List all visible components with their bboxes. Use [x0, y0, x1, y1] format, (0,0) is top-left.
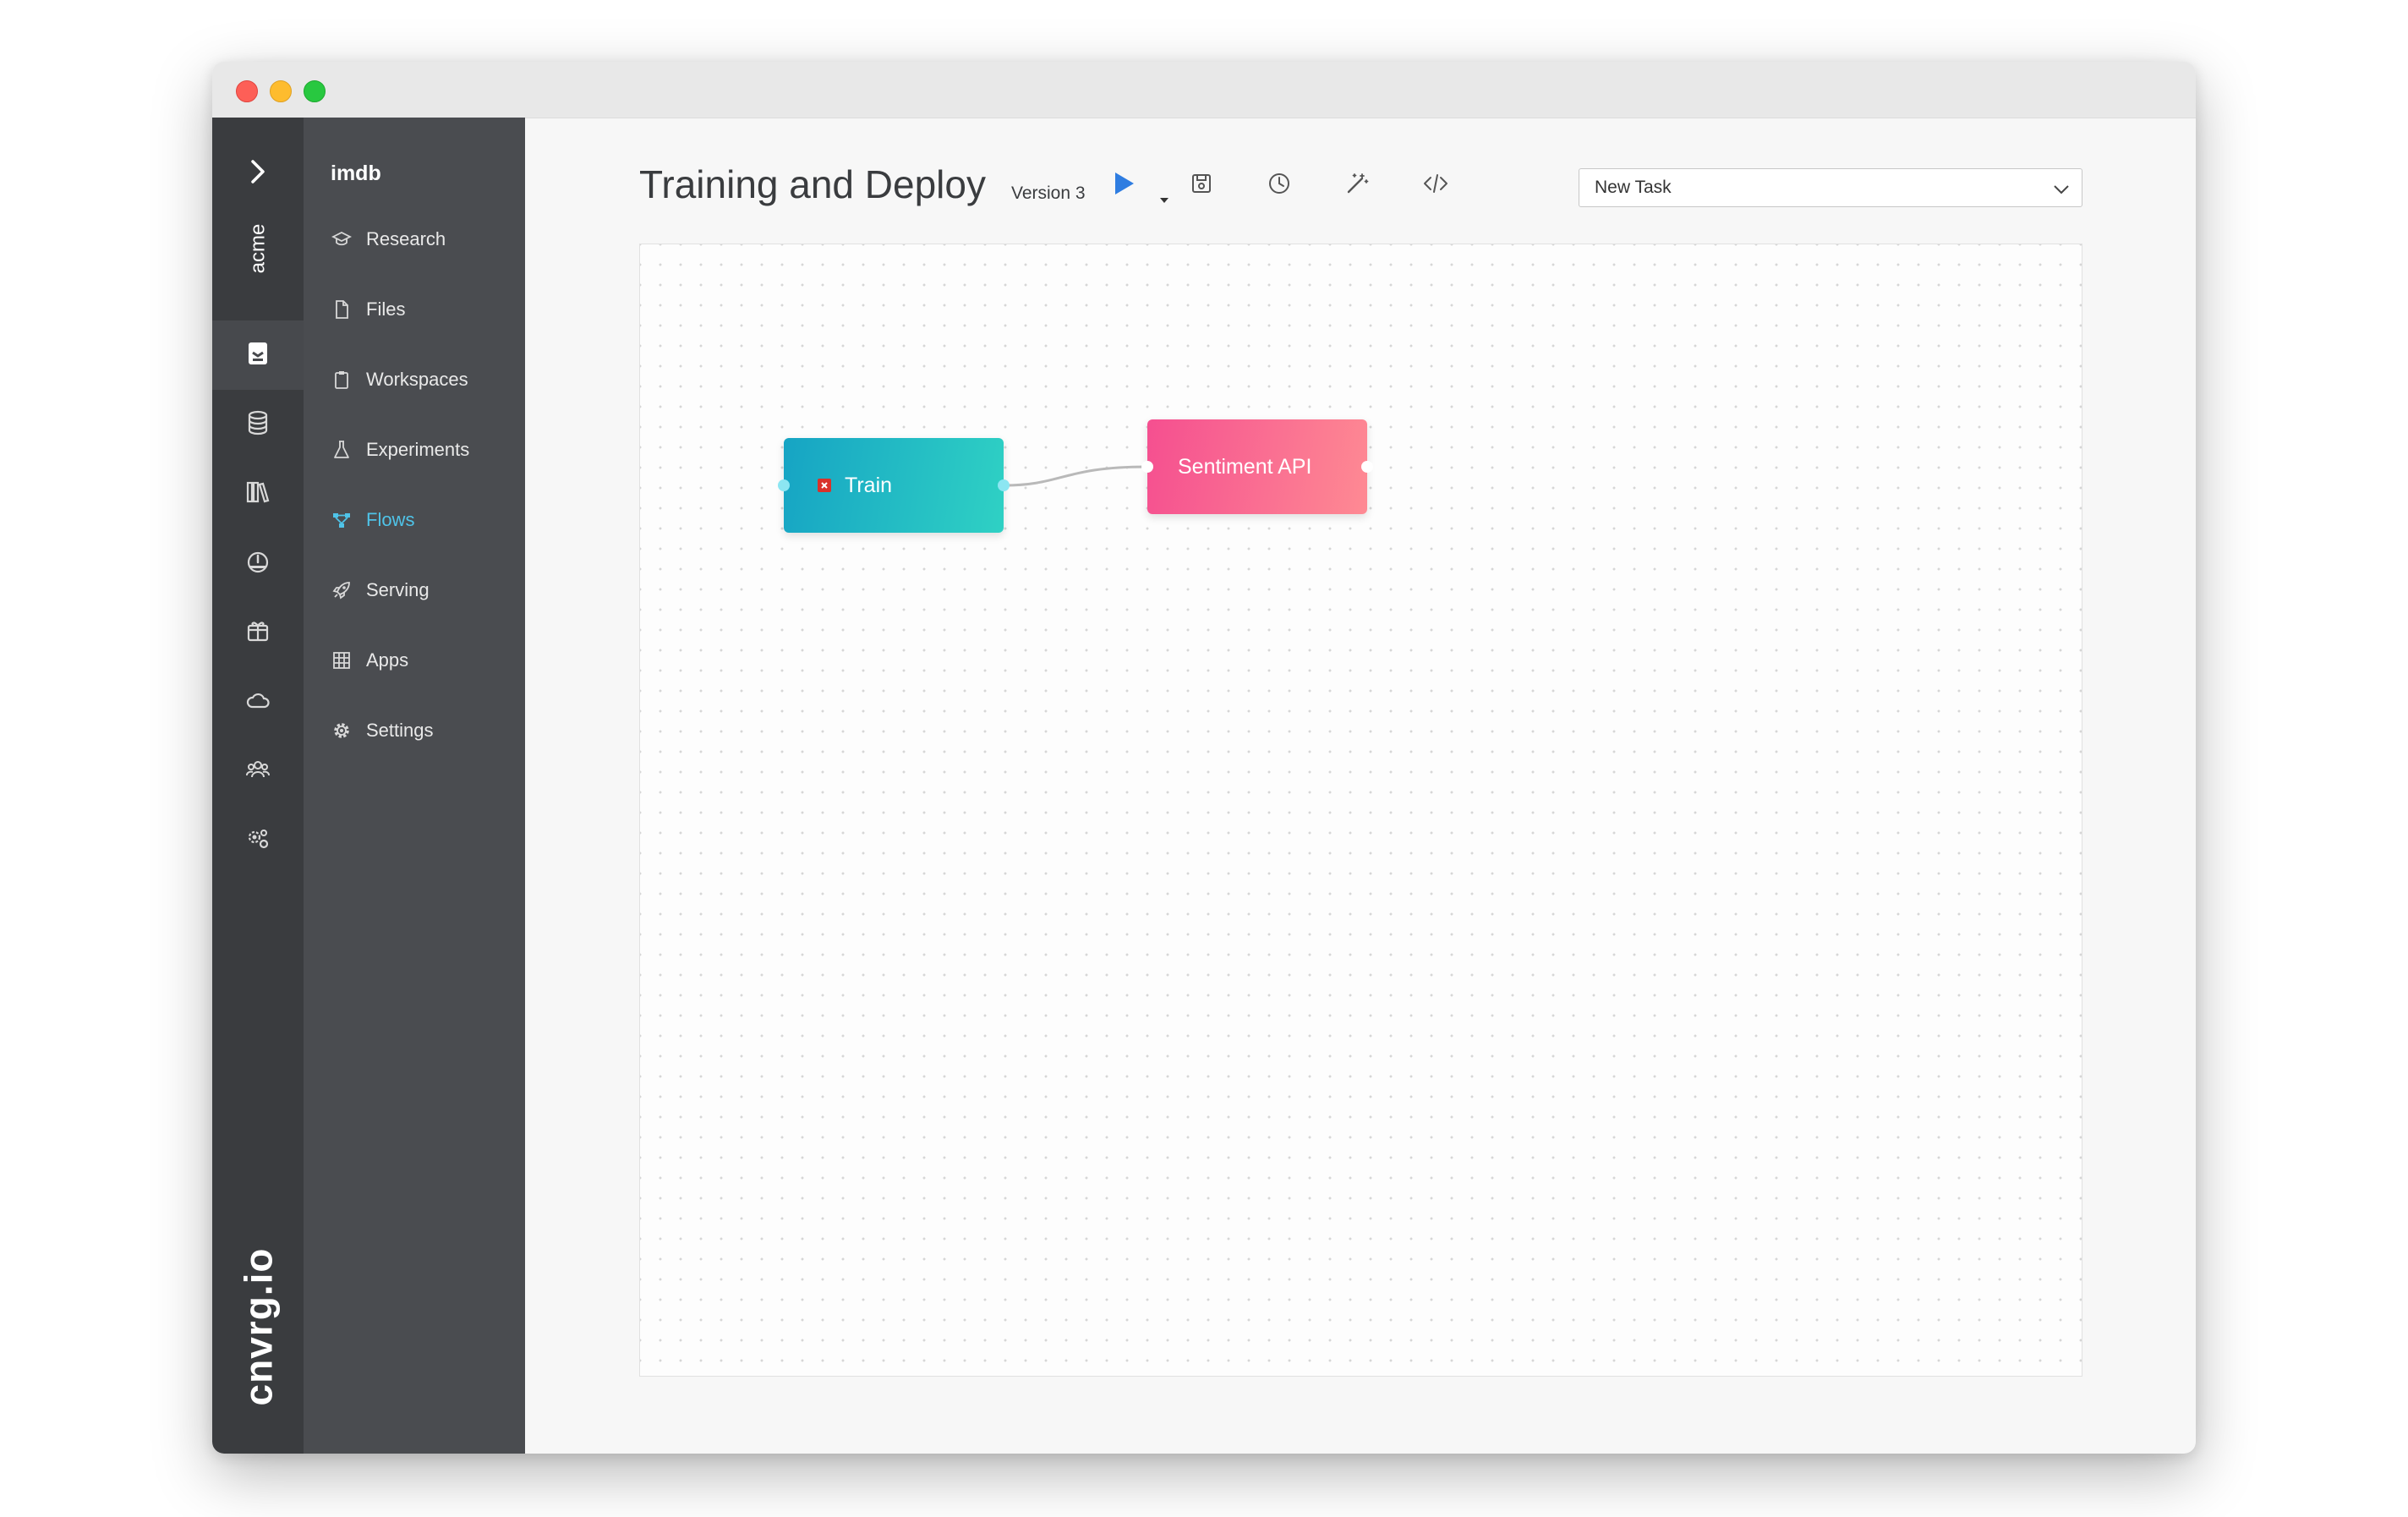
node-label: Train	[845, 473, 893, 497]
save-flow-button[interactable]	[1181, 165, 1222, 205]
auto-arrange-button[interactable]	[1337, 165, 1377, 205]
gear-icon	[331, 720, 353, 742]
task-select-value: New Task	[1595, 178, 1672, 197]
code-icon	[1423, 173, 1448, 199]
icon-rail: acme cnvrg.io	[212, 118, 304, 1454]
chevron-down-icon	[2053, 180, 2070, 200]
rail-item-org-settings[interactable]	[212, 806, 304, 875]
sidebar-item-label: Experiments	[366, 439, 470, 460]
team-icon	[245, 757, 271, 786]
sidebar-item-flows[interactable]: Flows	[331, 499, 517, 541]
sidebar-item-apps[interactable]: Apps	[331, 639, 517, 682]
sidebar-item-label: Workspaces	[366, 369, 468, 390]
run-flow-button[interactable]	[1103, 165, 1144, 205]
flask-icon	[331, 439, 353, 461]
sidebar-item-settings[interactable]: Settings	[331, 709, 517, 752]
expand-chevron-icon[interactable]	[244, 158, 271, 185]
database-icon	[245, 410, 271, 440]
close-window-button[interactable]	[236, 80, 258, 102]
research-icon	[331, 228, 353, 250]
sidebar-item-label: Research	[366, 228, 446, 249]
grid-icon	[331, 649, 353, 671]
play-icon	[1112, 171, 1136, 200]
sidebar-item-research[interactable]: Research	[331, 218, 517, 260]
flow-node-train[interactable]: Train	[778, 438, 1010, 533]
new-task-select[interactable]: New Task	[1579, 168, 2082, 207]
minimize-window-button[interactable]	[270, 80, 292, 102]
app-window: acme cnvrg.io imdb Research Files Worksp…	[212, 62, 2196, 1454]
title-bar	[212, 62, 2196, 118]
zoom-window-button[interactable]	[304, 80, 326, 102]
version-label[interactable]: Version 3	[1011, 183, 1086, 204]
output-port[interactable]	[1361, 461, 1373, 473]
library-icon	[245, 479, 271, 509]
flow-node-sentiment-api[interactable]: Sentiment API	[1141, 419, 1373, 514]
flow-edge[interactable]	[640, 244, 2083, 1377]
rail-item-projects[interactable]	[212, 320, 304, 390]
dashboard-icon	[245, 549, 271, 578]
history-icon	[1267, 172, 1291, 200]
flow-canvas[interactable]: Train Sentiment API	[639, 244, 2082, 1377]
sidebar-item-label: Apps	[366, 649, 409, 671]
rail-item-marketplace[interactable]	[212, 598, 304, 667]
file-icon	[331, 298, 353, 320]
input-port[interactable]	[1141, 461, 1153, 473]
node-label: Sentiment API	[1178, 454, 1312, 479]
rail-item-datasets[interactable]	[212, 390, 304, 459]
rocket-icon	[331, 579, 353, 601]
project-icon	[245, 341, 271, 370]
input-port[interactable]	[778, 479, 790, 491]
rail-item-members[interactable]	[212, 737, 304, 806]
sidebar-item-label: Files	[366, 298, 406, 320]
error-status-icon	[818, 479, 831, 492]
rail-item-dashboard[interactable]	[212, 528, 304, 598]
clipboard-icon	[331, 369, 353, 391]
rail-item-compute[interactable]	[212, 667, 304, 737]
cnvrg-logo: cnvrg.io	[236, 1247, 280, 1406]
sidebar-item-label: Flows	[366, 509, 415, 530]
main-content: Training and Deploy Version 3 New Task T…	[525, 118, 2196, 1454]
caret-down-icon[interactable]	[1158, 194, 1170, 209]
sidebar-item-label: Settings	[366, 720, 434, 741]
cloud-icon	[245, 687, 271, 717]
project-sidebar: imdb Research Files Workspaces Experimen…	[304, 118, 525, 1454]
package-icon	[245, 618, 271, 648]
flow-icon	[331, 509, 353, 531]
view-code-button[interactable]	[1415, 165, 1456, 205]
sidebar-item-files[interactable]: Files	[331, 288, 517, 331]
save-icon	[1190, 173, 1212, 199]
page-title: Training and Deploy	[639, 162, 986, 206]
sidebar-item-label: Serving	[366, 579, 430, 600]
sidebar-item-workspaces[interactable]: Workspaces	[331, 359, 517, 401]
sidebar-item-experiments[interactable]: Experiments	[331, 429, 517, 471]
org-name[interactable]: acme	[226, 211, 290, 287]
rail-item-library[interactable]	[212, 459, 304, 528]
org-settings-icon	[245, 826, 271, 856]
sidebar-item-serving[interactable]: Serving	[331, 569, 517, 611]
magic-wand-icon	[1345, 172, 1369, 200]
history-button[interactable]	[1259, 165, 1300, 205]
output-port[interactable]	[998, 479, 1010, 491]
project-name[interactable]: imdb	[331, 162, 381, 186]
